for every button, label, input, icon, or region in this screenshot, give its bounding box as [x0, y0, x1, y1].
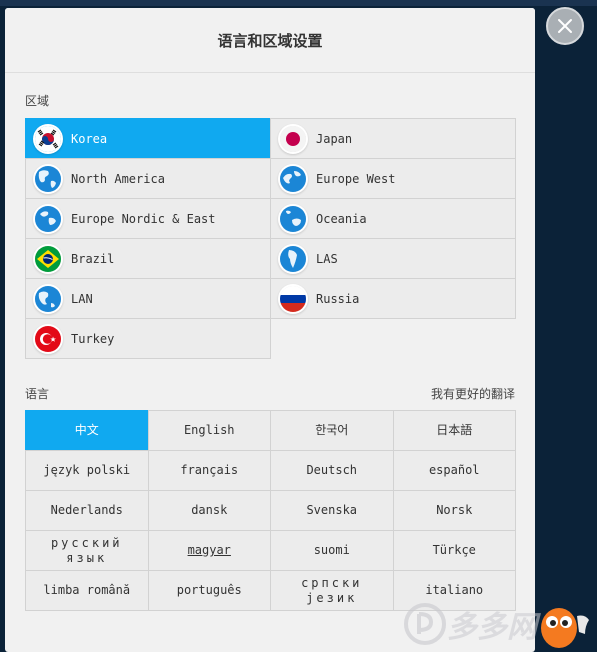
- language-label: español: [428, 463, 480, 477]
- region-option-korea[interactable]: Korea: [25, 118, 271, 159]
- language-label: français: [180, 463, 239, 477]
- region-label: Korea: [71, 131, 108, 146]
- language-option-chinese[interactable]: 中文: [25, 410, 149, 451]
- language-label: 中文: [74, 423, 99, 437]
- region-option-brazil[interactable]: Brazil: [25, 238, 271, 279]
- globe-icon: [35, 285, 61, 312]
- language-option-portuguese[interactable]: português: [147, 570, 271, 611]
- region-label: Oceania: [316, 211, 367, 226]
- region-label: Europe West: [316, 171, 396, 186]
- globe-icon: [280, 165, 306, 192]
- globe-icon: [35, 205, 61, 232]
- region-grid: Korea Japan North America Europe West Eu…: [25, 118, 516, 359]
- better-translation-link[interactable]: 我有更好的翻译: [431, 385, 515, 402]
- language-option-turkish[interactable]: Türkçe: [392, 530, 516, 571]
- language-option-russian[interactable]: русский язык: [25, 530, 149, 571]
- region-label: Russia: [316, 291, 360, 306]
- language-label: English: [183, 423, 235, 437]
- region-option-japan[interactable]: Japan: [270, 118, 516, 159]
- backdrop: [0, 0, 597, 6]
- language-label: dansk: [191, 503, 228, 517]
- region-label: LAN: [71, 291, 93, 306]
- region-option-oceania[interactable]: Oceania: [270, 198, 516, 239]
- language-option-polish[interactable]: język polski: [25, 450, 149, 491]
- region-label: Japan: [316, 131, 353, 146]
- region-option-turkey[interactable]: Turkey: [25, 318, 271, 359]
- region-option-europe-nordic-east[interactable]: Europe Nordic & East: [25, 198, 271, 239]
- region-label: LAS: [316, 251, 338, 266]
- language-option-dutch[interactable]: Nederlands: [25, 490, 149, 531]
- language-label: Deutsch: [306, 463, 358, 477]
- language-label: magyar: [187, 543, 231, 557]
- brazil-flag-icon: [35, 245, 61, 272]
- language-option-danish[interactable]: dansk: [147, 490, 271, 531]
- watermark-text: 多多网: [447, 610, 537, 645]
- russia-flag-icon: [280, 285, 306, 312]
- region-label: Europe Nordic & East: [71, 211, 216, 226]
- globe-icon: [280, 245, 306, 272]
- korea-flag-icon: [35, 125, 61, 152]
- globe-icon: [280, 205, 306, 232]
- region-option-lan[interactable]: LAN: [25, 278, 271, 319]
- language-label: język polski: [43, 463, 131, 477]
- language-option-korean[interactable]: 한국어: [270, 410, 394, 451]
- turkey-flag-icon: [35, 325, 61, 352]
- language-label: Norsk: [436, 503, 473, 517]
- dialog-title: 语言和区域设置: [5, 8, 535, 73]
- language-option-english[interactable]: English: [147, 410, 271, 451]
- language-option-finnish[interactable]: suomi: [270, 530, 394, 571]
- language-label: português: [176, 583, 242, 597]
- region-section-label: 区域: [25, 94, 50, 108]
- language-option-german[interactable]: Deutsch: [270, 450, 394, 491]
- language-grid: 中文 English 한국어 日本語 język polski français…: [25, 410, 516, 611]
- language-option-spanish[interactable]: español: [392, 450, 516, 491]
- language-option-swedish[interactable]: Svenska: [270, 490, 394, 531]
- language-option-french[interactable]: français: [147, 450, 271, 491]
- region-option-las[interactable]: LAS: [270, 238, 516, 279]
- language-option-japanese[interactable]: 日本語: [392, 410, 516, 451]
- japan-flag-icon: [280, 125, 306, 152]
- region-option-north-america[interactable]: North America: [25, 158, 271, 199]
- language-option-norwegian[interactable]: Norsk: [392, 490, 516, 531]
- language-option-romanian[interactable]: limba română: [25, 570, 149, 611]
- watermark-logo-icon: [404, 603, 446, 645]
- language-section-label: 语言: [25, 387, 50, 401]
- region-option-europe-west[interactable]: Europe West: [270, 158, 516, 199]
- region-label: North America: [71, 171, 165, 186]
- language-label: 한국어: [315, 423, 349, 437]
- language-option-hungarian[interactable]: magyar: [147, 530, 271, 571]
- language-label: 日本語: [436, 423, 473, 437]
- language-label: Svenska: [306, 503, 358, 517]
- close-button[interactable]: [546, 7, 584, 45]
- language-label: Türkçe: [432, 543, 476, 557]
- region-label: Turkey: [71, 331, 115, 346]
- language-label: Nederlands: [50, 503, 123, 517]
- region-label: Brazil: [71, 251, 115, 266]
- language-label: limba română: [43, 583, 131, 597]
- globe-icon: [35, 165, 61, 192]
- language-label: русский язык: [50, 535, 123, 565]
- mascot-icon: [541, 608, 589, 648]
- watermark: 多多网: [357, 596, 597, 652]
- close-icon: [558, 19, 572, 33]
- language-region-dialog: 语言和区域设置 区域 Korea Japan North America Eur…: [5, 8, 535, 652]
- region-option-russia[interactable]: Russia: [270, 278, 516, 319]
- language-label: suomi: [313, 543, 350, 557]
